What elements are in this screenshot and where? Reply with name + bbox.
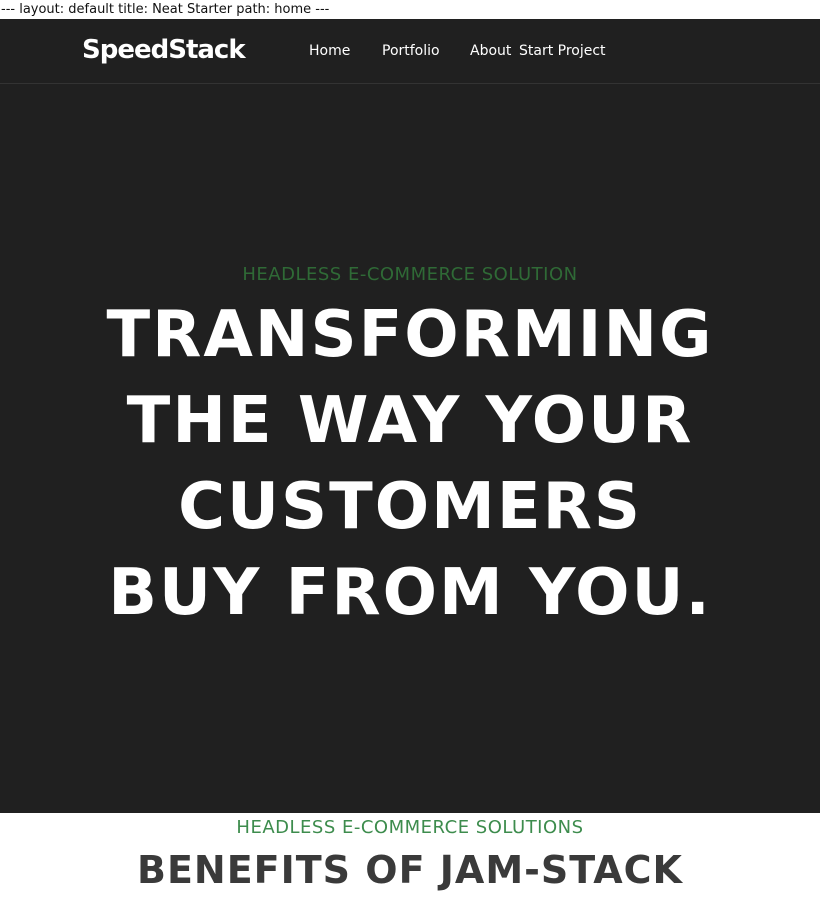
frontmatter-text: --- layout: default title: Neat Starter … bbox=[0, 0, 820, 19]
hero-section: HEADLESS E-COMMERCE SOLUTION TRANSFORMIN… bbox=[0, 84, 820, 813]
hero-eyebrow: HEADLESS E-COMMERCE SOLUTION bbox=[242, 264, 578, 285]
hero-title: TRANSFORMING THE WAY YOUR CUSTOMERS BUY … bbox=[106, 298, 714, 630]
site-header: SpeedStack Home Portfolio About Start Pr… bbox=[0, 19, 820, 84]
main-navigation: Home Portfolio About Start Project bbox=[0, 19, 820, 83]
nav-link-home[interactable]: Home bbox=[309, 41, 350, 61]
nav-link-start-project[interactable]: Start Project bbox=[519, 41, 606, 61]
benefits-title: BENEFITS OF JAM-STACK bbox=[136, 848, 683, 892]
benefits-section: HEADLESS E-COMMERCE SOLUTIONS BENEFITS O… bbox=[0, 813, 820, 912]
nav-link-about[interactable]: About bbox=[470, 41, 511, 61]
nav-link-portfolio[interactable]: Portfolio bbox=[382, 41, 440, 61]
benefits-eyebrow: HEADLESS E-COMMERCE SOLUTIONS bbox=[236, 817, 584, 838]
